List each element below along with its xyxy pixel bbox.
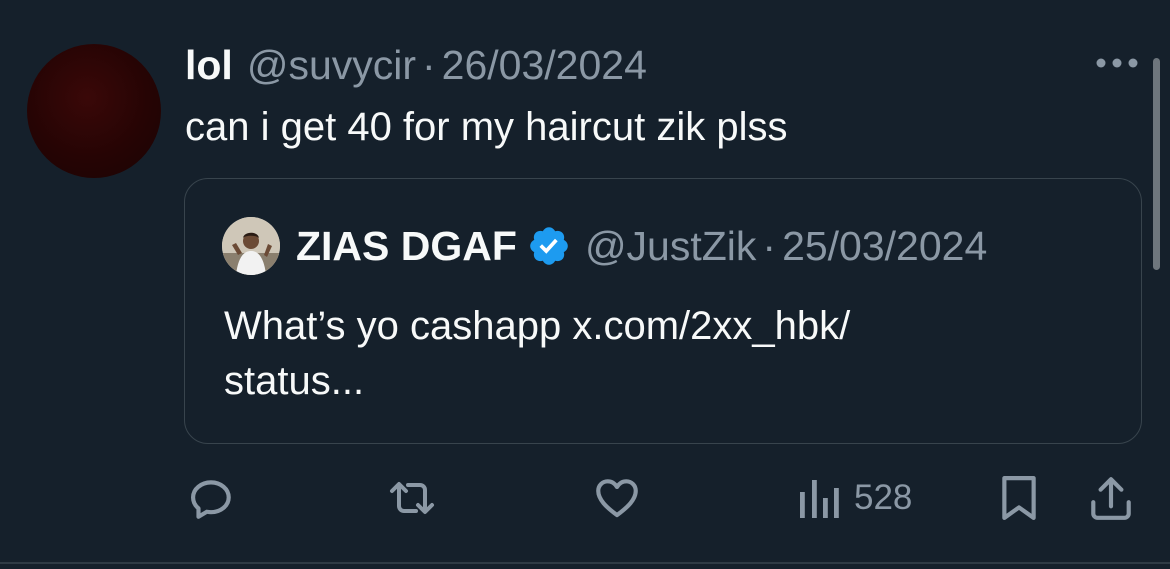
share-icon [1091,477,1131,520]
quoted-tweet[interactable]: ZIAS DGAF @JustZik · 25/03/2024 What’s y… [184,178,1142,444]
display-name[interactable]: lol [185,42,233,89]
bookmark-icon [1002,476,1036,520]
views-icon [800,480,839,518]
heart-icon [596,479,638,518]
more-icon [1096,58,1138,68]
tweet-date[interactable]: 26/03/2024 [442,42,647,89]
quoted-display-name[interactable]: ZIAS DGAF [296,223,517,270]
quoted-tweet-date[interactable]: 25/03/2024 [782,223,987,270]
views-button[interactable]: 528 [796,470,912,526]
quoted-avatar[interactable] [222,217,280,275]
tweet-text: can i get 40 for my haircut zik plss [185,105,788,149]
quoted-tweet-header: ZIAS DGAF @JustZik · 25/03/2024 [296,221,987,271]
verified-badge-icon [530,227,568,265]
bookmark-button[interactable] [996,470,1042,526]
avatar[interactable] [27,44,161,178]
user-handle[interactable]: @suvycir [247,42,416,89]
more-options-button[interactable] [1094,48,1140,78]
views-count: 528 [854,478,913,517]
action-bar: 528 [0,470,1170,530]
separator-dot: · [422,41,436,88]
retweet-button[interactable] [384,470,440,526]
like-button[interactable] [592,470,642,526]
tweet[interactable]: lol @suvycir · 26/03/2024 can i get 40 f… [0,0,1170,569]
retweet-icon [390,482,434,514]
reply-button[interactable] [186,470,236,526]
quoted-tweet-text: What’s yo cashapp x.com/2xx_hbk/ status.… [224,304,851,403]
tweet-header: lol @suvycir · 26/03/2024 [185,40,647,90]
divider [0,562,1170,564]
scrollbar[interactable] [1153,58,1160,270]
quoted-user-handle[interactable]: @JustZik [585,223,756,270]
quoted-avatar-image [222,217,280,275]
reply-icon [191,480,231,519]
quoted-separator-dot: · [762,222,777,269]
share-button[interactable] [1086,470,1136,526]
